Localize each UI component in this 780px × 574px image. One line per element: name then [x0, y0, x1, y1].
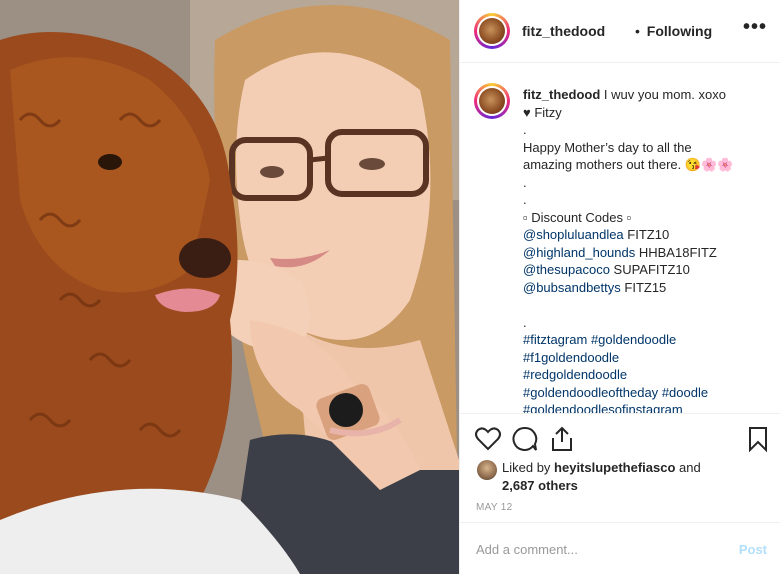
likes-count[interactable]: 2,687 others [502, 478, 578, 493]
hashtag-link[interactable]: #goldendoodle [591, 332, 676, 347]
photo-illustration [0, 0, 459, 574]
likes-joiner: and [679, 460, 701, 475]
action-bar: Liked by heyitslupethefiasco and 2,687 o… [460, 413, 780, 523]
caption-text: fitz_thedood I wuv you mom. xoxo ♥ Fitzy… [523, 86, 768, 413]
following-label[interactable]: Following [647, 23, 712, 39]
caption-section: fitz_thedood I wuv you mom. xoxo ♥ Fitzy… [460, 63, 780, 413]
author-avatar[interactable] [474, 13, 510, 49]
comment-icon[interactable] [511, 425, 539, 453]
caption-line: . [523, 314, 527, 330]
caption-line: I wuv you mom. xoxo [603, 87, 726, 102]
mention-link[interactable]: @highland_hounds [523, 245, 635, 260]
likes-summary: Liked by heyitslupethefiasco and 2,687 o… [502, 459, 762, 494]
mention-link[interactable]: @shopluluandlea [523, 227, 624, 242]
caption-line [523, 296, 768, 314]
follow-status[interactable]: • Following [632, 23, 712, 39]
caption-line: amazing mothers out there. 😘🌸🌸 [523, 157, 734, 172]
heart-icon[interactable] [474, 425, 502, 453]
discount-code: FITZ10 [627, 227, 670, 242]
caption-line: ♥ Fitzy [523, 104, 562, 120]
hashtag-link[interactable]: #fitztagram [523, 332, 587, 347]
avatar-image [479, 18, 505, 44]
hashtag-link[interactable]: #f1goldendoodle [523, 350, 619, 365]
discount-code: HHBA18FITZ [638, 244, 717, 260]
hashtag-link[interactable]: #goldendoodlesofinstagram [523, 402, 683, 413]
caption-line: Happy Mother’s day to all the [523, 139, 692, 155]
mention-link[interactable]: @bubsandbettys [523, 280, 621, 295]
liker-avatar[interactable] [477, 460, 497, 480]
discount-code: FITZ15 [624, 279, 667, 295]
avatar-image [479, 88, 505, 114]
liker-username[interactable]: heyitslupethefiasco [554, 460, 675, 475]
discount-code: SUPAFITZ10 [613, 262, 690, 277]
separator-dot: • [635, 23, 640, 39]
hashtag-link[interactable]: #doodle [662, 385, 708, 400]
more-horizontal-icon[interactable]: ••• [743, 16, 767, 39]
share-icon[interactable] [548, 425, 576, 453]
hashtag-link[interactable]: #goldendoodleoftheday [523, 385, 658, 400]
author-username[interactable]: fitz_thedood [522, 23, 605, 39]
post-photo[interactable] [0, 0, 459, 574]
post-header: fitz_thedood • Following ••• [460, 0, 780, 63]
post-date[interactable]: MAY 12 [476, 502, 512, 513]
instagram-post: fitz_thedood • Following ••• fitz_thedoo… [0, 0, 780, 574]
comment-input[interactable]: Add a comment... [476, 542, 578, 557]
post-sidebar: fitz_thedood • Following ••• fitz_thedoo… [459, 0, 780, 574]
caption-line: ▫ Discount Codes ▫ [523, 209, 632, 225]
bookmark-icon[interactable] [744, 425, 772, 453]
post-comment-button[interactable]: Post [739, 542, 767, 557]
caption-username[interactable]: fitz_thedood [523, 87, 600, 102]
caption-line: . [523, 174, 527, 190]
hashtag-link[interactable]: #redgoldendoodle [523, 367, 627, 382]
liked-by-label: Liked by [502, 460, 551, 475]
caption-line: . [523, 122, 527, 137]
caption-line: . [523, 192, 527, 207]
caption-avatar[interactable] [474, 83, 510, 119]
comment-bar: Add a comment... Post [460, 522, 780, 574]
mention-link[interactable]: @thesupacoco [523, 262, 610, 277]
